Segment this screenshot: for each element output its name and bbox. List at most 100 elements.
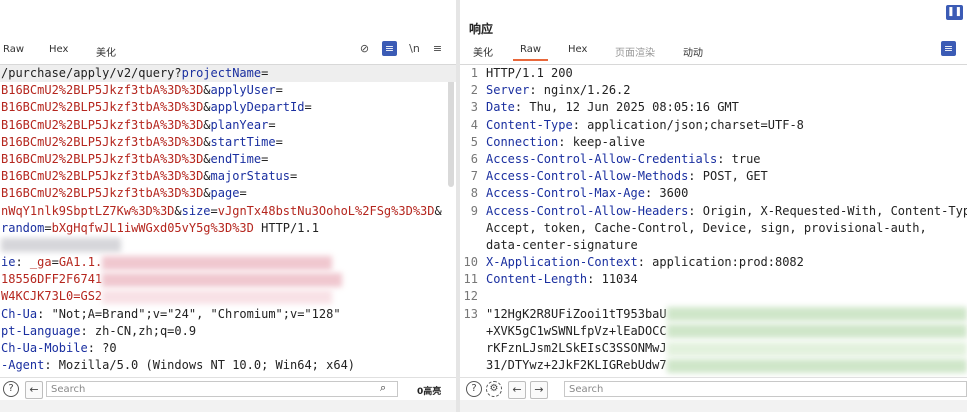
param-key: applyUser — [210, 83, 276, 98]
param-key: Access-Control-Allow-Methods — [486, 169, 689, 184]
newline-icon[interactable]: \n — [407, 41, 422, 56]
response-editor[interactable]: 1 HTTP/1.1 200 2 Server: nginx/1.26.2 3 Date:… — [460, 64, 967, 378]
line-number: 8 — [470, 186, 478, 201]
param-value: bXgHqfwJL1iwWGxd05vY5g%3D%3D — [51, 220, 254, 235]
search-icon[interactable]: ⌕ — [380, 381, 386, 395]
line-number: 9 — [470, 203, 478, 218]
tab-pretty[interactable]: 美化 — [473, 44, 493, 59]
settings-gear-icon[interactable]: ⚙ — [486, 381, 502, 397]
param-key: pt-Language — [1, 323, 81, 338]
request-line: B16BCmU2%2BLP5Jkzf3tbA%3D%3D&page= — [0, 185, 456, 202]
menu-icon[interactable]: ≡ — [430, 41, 445, 56]
response-line: 1 HTTP/1.1 200 — [460, 65, 967, 82]
response-title: 响应 — [469, 22, 494, 36]
back-arrow-icon[interactable]: ← — [25, 381, 43, 399]
param-key: X-Application-Context — [486, 255, 638, 270]
param-key: random — [1, 220, 45, 235]
response-search-bar: ? ⚙ ← → Search — [460, 377, 967, 400]
tab-extra[interactable]: 动动 — [683, 44, 703, 59]
request-search-bar: ? ← Search ⌕ 0高亮 — [0, 377, 456, 400]
request-editor[interactable]: /purchase/apply/v2/query?projectName= B16… — [0, 64, 456, 378]
param-value: B16BCmU2%2BLP5Jkzf3tbA%3D%3D — [1, 169, 204, 184]
line-text: & — [203, 134, 211, 149]
response-line: rKFznLJsm2LSkEIsC3SSONMwJ — [460, 340, 967, 357]
request-line: Ch-Ua: "Not;A=Brand";v="24", "Chromium";… — [0, 306, 456, 323]
line-text: : "Not;A=Brand";v="24", "Chromium";v="12… — [37, 306, 341, 321]
request-line: ie: _ga=GA1.1. — [0, 254, 456, 271]
request-line: B16BCmU2%2BLP5Jkzf3tbA%3D%3D&majorStatus… — [0, 168, 456, 185]
line-text: = — [261, 151, 269, 166]
line-text: : Origin, X-Requested-With, Content-Typ — [688, 203, 967, 218]
response-line: Accept, token, Cache-Control, Device, si… — [460, 220, 967, 237]
hide-nonprintable-icon[interactable]: ⊘ — [357, 41, 372, 56]
line-text: +XVK5gC1wSWNLfpVz+lEaDOCC — [486, 323, 667, 338]
line-text: & — [203, 100, 211, 115]
line-text: & — [203, 169, 211, 184]
response-line: 5 Connection: keep-alive — [460, 134, 967, 151]
request-line: B16BCmU2%2BLP5Jkzf3tbA%3D%3D&planYear= — [0, 117, 456, 134]
tab-raw[interactable]: Raw — [3, 44, 24, 55]
tab-hex[interactable]: Hex — [568, 44, 587, 55]
response-line: 3 Date: Thu, 12 Jun 2025 08:05:16 GMT — [460, 99, 967, 116]
param-key: Ch-Ua-Mobile — [1, 341, 88, 355]
line-text: = — [304, 100, 312, 115]
param-key: ie — [1, 255, 16, 270]
request-line: B16BCmU2%2BLP5Jkzf3tbA%3D%3D&endTime= — [0, 151, 456, 168]
request-line: B16BCmU2%2BLP5Jkzf3tbA%3D%3D&startTime= — [0, 134, 456, 151]
response-search-input[interactable]: Search — [564, 381, 967, 397]
tab-render[interactable]: 页面渲染 — [615, 44, 655, 59]
line-number: 2 — [470, 83, 478, 98]
response-line: 2 Server: nginx/1.26.2 — [460, 82, 967, 99]
response-line: 10 X-Application-Context: application:pro… — [460, 254, 967, 271]
back-arrow-icon[interactable]: ← — [508, 381, 526, 399]
response-line: 9 Access-Control-Allow-Headers: Origin, X… — [460, 203, 967, 220]
line-text: rKFznLJsm2LSkEIsC3SSONMwJ — [486, 341, 667, 355]
help-icon[interactable]: ? — [3, 381, 19, 397]
wrap-lines-icon[interactable]: ≡ — [382, 41, 397, 56]
request-line: B16BCmU2%2BLP5Jkzf3tbA%3D%3D&applyUser= — [0, 82, 456, 99]
forward-arrow-icon[interactable]: → — [530, 381, 548, 399]
param-key: Ch-Ua — [1, 306, 38, 321]
param-key: Access-Control-Max-Age — [486, 186, 645, 201]
line-number: 6 — [470, 151, 478, 166]
line-text: /purchase/apply/v2/query? — [1, 66, 182, 80]
redacted-region — [666, 324, 967, 339]
param-value: W4KCJK73L0=GS2 — [1, 289, 103, 304]
line-text: : nginx/1.26.2 — [529, 83, 631, 98]
param-value: GA1.1. — [58, 255, 103, 270]
request-search-input[interactable]: Search — [46, 381, 398, 397]
line-text: = — [210, 203, 218, 218]
param-key: endTime — [210, 151, 262, 166]
line-text: data-center-signature — [486, 237, 638, 252]
line-number: 13 — [463, 306, 478, 321]
tab-hex[interactable]: Hex — [49, 44, 68, 55]
line-text: : ?0 — [87, 341, 117, 355]
line-text: = — [268, 117, 276, 132]
line-text: : POST, GET — [688, 169, 768, 184]
line-text: "12HgK2R8UFiZooi1tT953baU — [486, 306, 667, 321]
response-line: 31/DTYwz+2JkF2KLIGRebUdw7 — [460, 357, 967, 374]
response-line: 7 Access-Control-Allow-Methods: POST, GET — [460, 168, 967, 185]
param-key: Access-Control-Allow-Headers — [486, 203, 689, 218]
param-value: B16BCmU2%2BLP5Jkzf3tbA%3D%3D — [1, 83, 204, 98]
param-key: startTime — [210, 134, 276, 149]
line-text: : 3600 — [644, 186, 689, 201]
param-key: planYear — [210, 117, 269, 132]
wrap-lines-icon[interactable]: ≡ — [941, 41, 956, 56]
line-text: = — [51, 255, 59, 270]
param-key: page — [210, 186, 240, 201]
line-number: 3 — [470, 100, 478, 115]
line-text: & — [203, 151, 211, 166]
param-value: vJgnTx48bstNu3OohoL%2FSg%3D%3D — [217, 203, 435, 218]
pause-icon[interactable]: ❚❚ — [946, 5, 963, 20]
request-line: 18556DFF2F6741 — [0, 271, 456, 288]
response-line: data-center-signature — [460, 237, 967, 254]
response-pane: 响应 ❚❚ 美化 Raw Hex 页面渲染 动动 ≡ 1 HTTP/1.1 200… — [460, 0, 967, 412]
line-number: 11 — [463, 272, 478, 287]
line-text: : Mozilla/5.0 (Windows NT 10.0; Win64; x… — [44, 358, 356, 373]
line-text: : — [15, 255, 30, 270]
help-icon[interactable]: ? — [466, 381, 482, 397]
tab-raw[interactable]: Raw — [512, 44, 549, 61]
param-value: _ga — [29, 255, 52, 270]
tab-pretty[interactable]: 美化 — [96, 44, 116, 59]
